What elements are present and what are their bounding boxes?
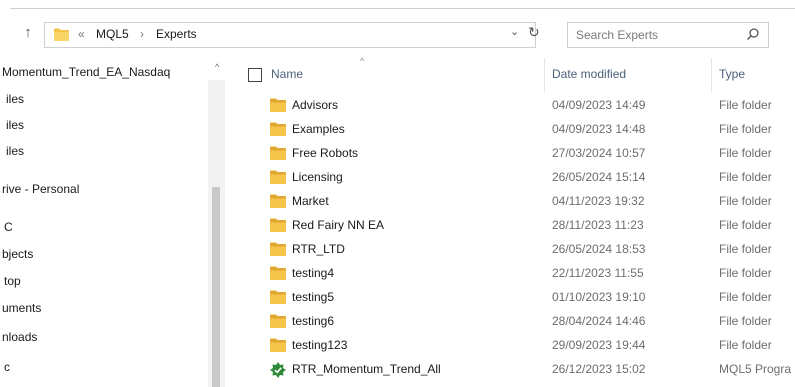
folder-icon [54,28,69,41]
breadcrumb-overflow[interactable]: « [78,27,85,41]
file-date-modified: 28/04/2024 14:46 [552,314,646,328]
file-name: testing6 [292,314,335,328]
folder-icon [270,98,286,112]
file-date-modified: 04/09/2023 14:48 [552,122,646,136]
nav-item[interactable]: iles [6,92,24,106]
file-type: File folder [719,290,772,304]
nav-item-downloads[interactable]: nloads [2,330,37,344]
file-date-modified: 01/10/2023 19:10 [552,290,646,304]
file-row[interactable]: testing4 22/11/2023 11:55 File folder [228,263,795,286]
file-date-modified: 26/12/2023 15:02 [552,362,646,376]
nav-item-documents[interactable]: uments [2,301,41,315]
address-toolbar: ↑ « MQL5 › Experts ⌄ ↻ [0,0,795,58]
column-header-type[interactable]: Type [719,67,745,81]
file-type: File folder [719,122,772,136]
file-name: Advisors [292,98,339,112]
file-name: testing123 [292,338,348,352]
folder-icon [270,266,286,280]
file-name: Examples [292,122,345,136]
address-history-dropdown[interactable]: ⌄ [510,25,519,38]
nav-item-this-pc[interactable]: C [4,220,13,234]
file-type: File folder [719,194,772,208]
file-name: Free Robots [292,146,359,160]
file-row[interactable]: Advisors 04/09/2023 14:49 File folder [228,95,795,118]
file-name: Red Fairy NN EA [292,218,385,232]
file-row[interactable]: testing6 28/04/2024 14:46 File folder [228,311,795,334]
file-row[interactable]: testing5 01/10/2023 19:10 File folder [228,287,795,310]
file-date-modified: 26/05/2024 18:53 [552,242,646,256]
navigation-pane: Momentum_Trend_EA_Nasdaq iles iles iles … [0,58,218,387]
nav-item[interactable]: iles [6,118,24,132]
breadcrumb-separator[interactable]: › [140,27,144,41]
search-input[interactable] [576,27,736,42]
file-type: MQL5 Progra [719,362,792,376]
file-row[interactable]: Red Fairy NN EA 28/11/2023 11:23 File fold… [228,215,795,238]
file-type: File folder [719,266,772,280]
column-divider[interactable] [711,58,712,92]
file-type: File folder [719,146,772,160]
file-date-modified: 29/09/2023 19:44 [552,338,646,352]
sort-ascending-icon: ^ [360,56,365,66]
breadcrumb-mql5[interactable]: MQL5 [96,27,129,41]
select-all-checkbox[interactable] [248,68,262,82]
file-type: File folder [719,218,772,232]
column-divider[interactable] [544,58,545,92]
nav-item[interactable]: iles [6,144,24,158]
mql5-program-icon [270,362,286,378]
nav-item-3d-objects[interactable]: bjects [2,247,33,261]
nav-item-music[interactable]: c [4,360,10,374]
file-name: RTR_Momentum_Trend_All [292,362,441,376]
file-date-modified: 28/11/2023 11:23 [552,218,644,232]
folder-icon [270,242,286,256]
file-date-modified: 26/05/2024 15:14 [552,170,646,184]
folder-icon [270,290,286,304]
scroll-up-arrow-icon[interactable]: ^ [215,62,225,72]
file-date-modified: 22/11/2023 11:55 [552,266,644,280]
folder-icon [270,218,286,232]
column-header-date-modified[interactable]: Date modified [552,67,626,81]
file-type: File folder [719,98,772,112]
folder-icon [270,338,286,352]
file-list: Name Date modified Type Advisors 04/09/20… [228,58,795,387]
search-box[interactable] [567,22,769,48]
file-name: testing5 [292,290,335,304]
file-row[interactable]: Free Robots 27/03/2024 10:57 File folder [228,143,795,166]
file-row[interactable]: Market 04/11/2023 19:32 File folder [228,191,795,214]
breadcrumb-experts[interactable]: Experts [156,27,197,41]
file-name: Market [292,194,329,208]
file-date-modified: 27/03/2024 10:57 [552,146,646,160]
file-row[interactable]: Licensing 26/05/2024 15:14 File folder [228,167,795,190]
file-row[interactable]: testing123 29/09/2023 19:44 File folder [228,335,795,358]
column-header-row: Name Date modified Type [228,58,795,92]
refresh-icon[interactable]: ↻ [528,24,540,41]
nav-item-momentum-trend-ea[interactable]: Momentum_Trend_EA_Nasdaq [2,65,170,79]
file-type: File folder [719,242,772,256]
folder-icon [270,170,286,184]
window-edge [10,8,795,9]
file-row[interactable]: RTR_LTD 26/05/2024 18:53 File folder [228,239,795,262]
file-type: File folder [719,314,772,328]
nav-item-desktop[interactable]: top [4,274,21,288]
file-date-modified: 04/11/2023 19:32 [552,194,645,208]
up-arrow-icon[interactable]: ↑ [20,25,36,41]
folder-icon [270,314,286,328]
folder-icon [270,146,286,160]
file-type: File folder [719,338,772,352]
nav-item-onedrive[interactable]: rive - Personal [2,182,79,196]
nav-scrollbar[interactable] [208,80,225,387]
nav-scrollbar-thumb[interactable] [212,187,220,387]
search-icon[interactable] [746,27,760,41]
column-header-name[interactable]: Name [271,67,303,81]
folder-icon [270,194,286,208]
file-type: File folder [719,170,772,184]
address-bar[interactable]: « MQL5 › Experts [44,22,536,48]
file-name: RTR_LTD [292,242,345,256]
file-row[interactable]: RTR_Momentum_Trend_All 26/12/2023 15:02 MQ… [228,359,795,382]
folder-icon [270,122,286,136]
file-name: testing4 [292,266,335,280]
file-name: Licensing [292,170,343,184]
file-row[interactable]: Examples 04/09/2023 14:48 File folder [228,119,795,142]
file-date-modified: 04/09/2023 14:49 [552,98,646,112]
